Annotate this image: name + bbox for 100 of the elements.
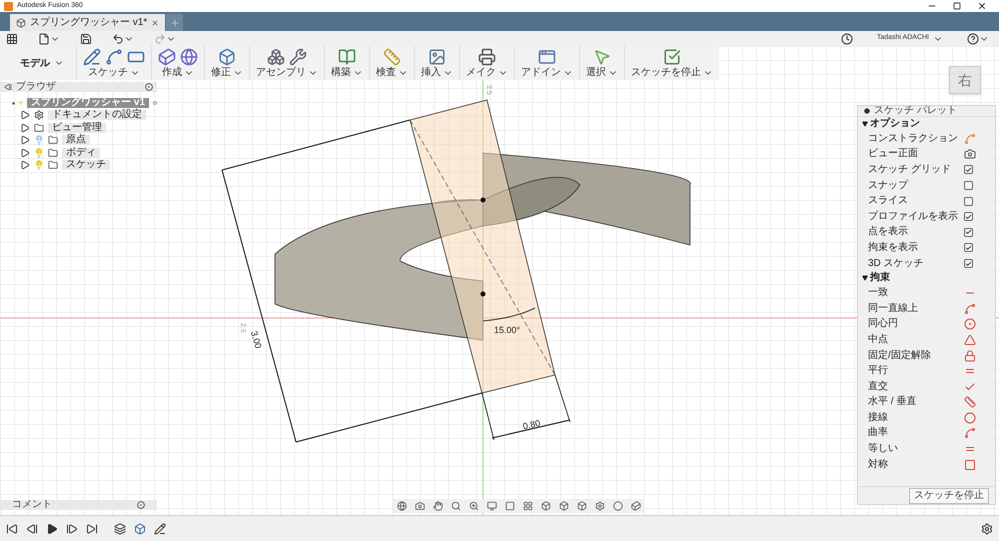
close-icon[interactable]: [977, 1, 987, 11]
document-tab[interactable]: スプリングワッシャー v1*: [10, 14, 166, 31]
folder-icon: [48, 135, 58, 146]
cube-icon: [16, 18, 26, 28]
image-icon[interactable]: [428, 48, 446, 66]
dimension-label: 0.80: [522, 418, 542, 432]
palette-label: 曲率: [868, 428, 889, 438]
checkbox[interactable]: [964, 181, 973, 190]
camera-icon[interactable]: [964, 148, 976, 160]
display-icon[interactable]: [487, 501, 497, 511]
cube-icon[interactable]: [577, 501, 587, 511]
checkbox[interactable]: [964, 228, 973, 237]
grid-icon[interactable]: [523, 501, 533, 511]
toolbar-menu[interactable]: アセンブリ: [256, 68, 318, 78]
palette-label: 点を表示: [868, 227, 909, 238]
camera-icon[interactable]: [415, 501, 425, 511]
palette-label: 固定/固定解除: [868, 350, 932, 361]
timeline-feature-icon[interactable]: [114, 522, 126, 534]
tree-label[interactable]: ビュー管理: [48, 122, 106, 133]
wrench-icon[interactable]: [289, 48, 307, 66]
section-header[interactable]: 拘束: [858, 271, 995, 286]
tree-label[interactable]: 原点: [62, 135, 90, 146]
checkbox[interactable]: [964, 212, 973, 222]
gear-icon[interactable]: [595, 501, 605, 511]
circle-icon[interactable]: [613, 501, 623, 511]
toolbar-menu[interactable]: 作成: [162, 68, 194, 78]
palette-label: プロファイルを表示: [868, 212, 959, 222]
zoom-icon[interactable]: [469, 501, 479, 511]
boxes-icon[interactable]: [267, 48, 285, 66]
sphere-icon[interactable]: [180, 48, 198, 66]
checkbox[interactable]: [964, 196, 973, 206]
browser-header[interactable]: ブラウザ: [0, 82, 157, 92]
checkbox[interactable]: [964, 259, 973, 268]
undo-icon[interactable]: [112, 32, 124, 44]
stop-sketch-button[interactable]: スケッチを停止: [909, 488, 989, 504]
book-icon[interactable]: [338, 48, 356, 66]
palette-label: 直交: [868, 382, 889, 392]
cube-icon[interactable]: [559, 501, 569, 511]
restore-icon[interactable]: [953, 2, 961, 10]
lock-icon[interactable]: [964, 350, 976, 362]
pan-icon[interactable]: [433, 501, 443, 511]
cube-icon[interactable]: [158, 48, 176, 66]
toolbar-menu[interactable]: 修正: [211, 68, 243, 78]
toolbar-menu[interactable]: 構築: [331, 68, 363, 78]
tree-label[interactable]: ドキュメントの設定: [48, 110, 146, 120]
play-icon[interactable]: [46, 522, 58, 534]
view-cube[interactable]: 右: [949, 66, 981, 94]
apps-grid-icon[interactable]: [6, 32, 18, 44]
file-icon[interactable]: [38, 32, 50, 44]
palette-label: 中点: [868, 334, 889, 345]
toolbar-menu[interactable]: 挿入: [421, 68, 453, 78]
section-header[interactable]: オプション: [858, 117, 995, 131]
toolbar-menu[interactable]: スケッチ: [88, 68, 140, 78]
box-icon[interactable]: [218, 48, 236, 66]
toolbar-menu[interactable]: スケッチを停止: [631, 68, 713, 78]
palette-label: 対称: [868, 460, 889, 470]
palette-label: スナップ: [868, 180, 910, 191]
palette-label: 一致: [868, 288, 889, 298]
palette-title: スケッチ パレット: [874, 106, 957, 116]
pencil-icon[interactable]: [83, 48, 101, 66]
palette-label: 3D スケッチ: [868, 258, 925, 269]
new-tab-button[interactable]: [166, 14, 184, 31]
toolbar-menu[interactable]: 検査: [376, 68, 408, 78]
palette-label: 同心円: [868, 319, 899, 330]
expand-icon: [20, 148, 30, 158]
cursor-icon[interactable]: [593, 48, 611, 66]
toolbar-menu[interactable]: 選択: [586, 68, 618, 78]
cube-icon[interactable]: [631, 501, 641, 511]
close-icon: [151, 18, 160, 26]
window-icon[interactable]: [538, 48, 556, 66]
orbit-icon[interactable]: [397, 501, 407, 511]
folder-icon: [48, 148, 58, 158]
last-icon[interactable]: [86, 522, 98, 534]
settings-icon[interactable]: [981, 522, 993, 534]
tree-label[interactable]: スケッチ: [62, 160, 110, 170]
curve-icon[interactable]: [105, 48, 123, 66]
concentric-icon[interactable]: [964, 318, 976, 330]
timeline-feature-icon[interactable]: [154, 522, 166, 534]
printer-icon[interactable]: [478, 48, 496, 66]
toolbar-menu[interactable]: メイク: [466, 68, 508, 78]
previous-icon[interactable]: [26, 522, 38, 534]
tree-label[interactable]: ボディ: [62, 148, 100, 158]
clock-icon[interactable]: [840, 32, 853, 44]
toolbar-menu[interactable]: アドイン: [521, 68, 573, 78]
checkbox-icon[interactable]: [663, 48, 681, 66]
checkbox[interactable]: [964, 243, 973, 252]
cube-icon[interactable]: [541, 501, 551, 511]
first-icon[interactable]: [6, 522, 18, 534]
zoom-icon[interactable]: [451, 501, 461, 511]
plus-icon: [170, 18, 180, 28]
palette-label: 水平 / 垂直: [868, 397, 918, 408]
palette-label: 接線: [868, 412, 889, 423]
next-icon[interactable]: [66, 522, 78, 534]
help-icon[interactable]: [967, 32, 979, 44]
comments-header[interactable]: コメント: [0, 500, 157, 510]
settings-icon: [34, 110, 44, 120]
save-icon[interactable]: [80, 32, 92, 44]
dimension-label: 3.00: [248, 330, 264, 350]
checkbox[interactable]: [964, 165, 973, 174]
workspace-menu[interactable]: モデル: [8, 46, 76, 80]
